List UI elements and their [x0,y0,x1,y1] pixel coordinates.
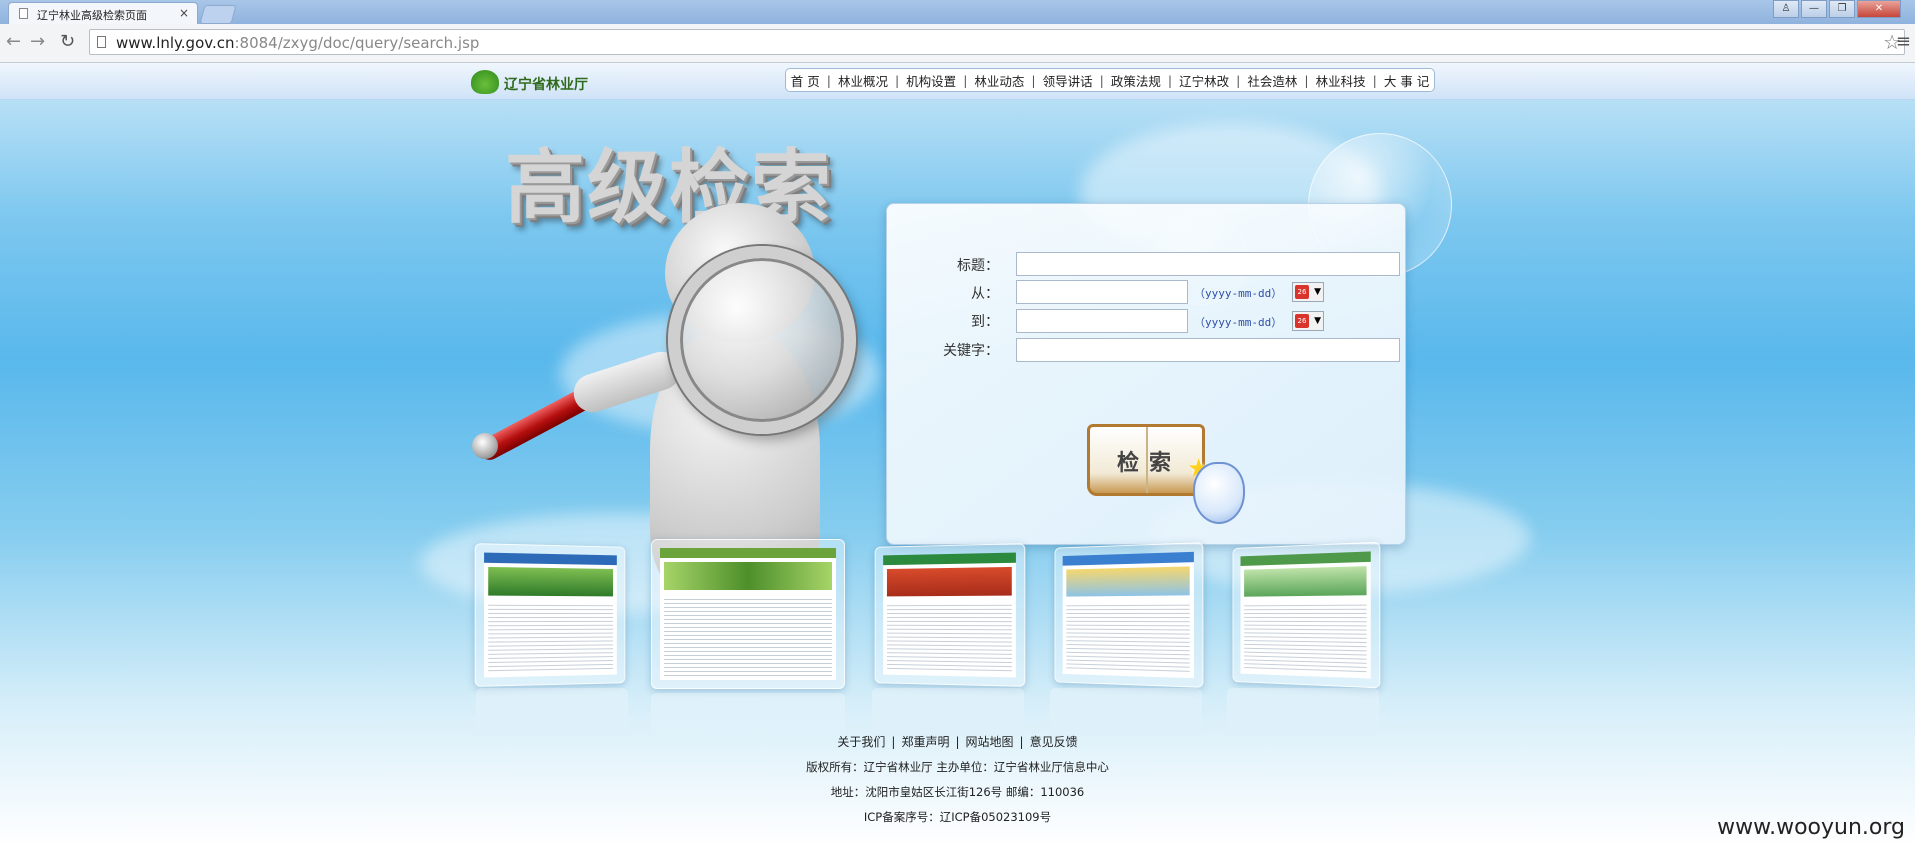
from-date-input[interactable] [1016,280,1188,304]
chevron-down-icon: ▼ [1314,316,1321,326]
to-date-input[interactable] [1016,309,1188,333]
address-bar[interactable]: www.lnly.gov.cn:8084/zxyg/doc/query/sear… [89,29,1905,55]
thumbnail-reflection [1050,688,1202,738]
to-date-calendar-button[interactable]: 26 ▼ [1292,311,1324,331]
calendar-icon: 26 [1295,285,1309,299]
footer-address: 地址：沈阳市皇姑区长江街126号 邮编：110036 [830,785,1085,799]
search-panel: 标题： 从： （yyyy-mm-dd） 26 ▼ 到： （yyyy-mm-dd）… [886,203,1406,545]
website-thumbnail [1232,541,1381,689]
nav-item-organization[interactable]: 机构设置 [899,71,963,90]
keyword-input[interactable] [1016,338,1400,362]
keyword-label: 关键字： [943,343,999,359]
restore-button[interactable]: ❐ [1829,0,1855,18]
footer-link-about[interactable]: 关于我们 [837,735,885,749]
footer-icp: ICP备案序号：辽ICP备05023109号 [863,810,1052,824]
url-host: www.lnly.gov.cn [116,34,235,52]
new-tab-button[interactable] [199,5,237,24]
footer-links: 关于我们 | 郑重声明 | 网站地图 | 意见反馈 [0,733,1915,750]
nav-item-technology[interactable]: 林业科技 [1309,71,1373,90]
nav-item-afforestation[interactable]: 社会造林 [1240,71,1304,90]
footer-separator: | [955,735,960,749]
minimize-button[interactable]: — [1801,0,1827,18]
nav-item-news[interactable]: 林业动态 [967,71,1031,90]
close-window-button[interactable]: ✕ [1857,0,1901,18]
nav-item-reform[interactable]: 辽宁林改 [1172,71,1236,90]
magnifying-glass-icon [668,246,856,434]
back-arrow-icon[interactable]: ← [6,32,21,52]
title-input[interactable] [1016,252,1400,276]
thumbnail-reflection [1227,688,1379,738]
website-thumbnail [874,543,1026,687]
thumbnail-reflection [872,688,1024,738]
website-thumbnail [474,543,626,687]
from-date-format-hint: （yyyy-mm-dd） [1194,287,1283,300]
website-thumbnail [1054,542,1204,688]
browser-tab-strip: 辽宁林业高级检索页面 × ♙ — ❐ ✕ [0,0,1915,24]
main-nav: 首 页 | 林业概况 | 机构设置 | 林业动态 | 领导讲话 | 政策法规 | 辽宁林改 |… [785,68,1435,92]
tab-close-icon[interactable]: × [179,6,189,20]
browser-toolbar: ← → ↻ www.lnly.gov.cn:8084/zxyg/doc/quer… [0,24,1915,63]
from-date-label: 从： [971,286,999,302]
profile-icon[interactable]: ♙ [1773,0,1799,18]
nav-item-policy[interactable]: 政策法规 [1104,71,1168,90]
footer-link-feedback[interactable]: 意见反馈 [1030,735,1078,749]
url-text[interactable]: www.lnly.gov.cn:8084/zxyg/doc/query/sear… [116,34,479,52]
url-path: :8084/zxyg/doc/query/search.jsp [234,34,480,52]
page-content: 辽宁省林业厅 首 页 | 林业概况 | 机构设置 | 林业动态 | 领导讲话 | 政策法规… [0,63,1915,846]
forward-arrow-icon[interactable]: → [30,32,45,52]
tab-title: 辽宁林业高级检索页面 [37,9,147,22]
page-icon [97,36,106,48]
website-thumbnail [651,539,845,689]
footer-separator: | [891,735,896,749]
footer-copyright: 版权所有：辽宁省林业厅 主办单位：辽宁省林业厅信息中心 [806,760,1109,774]
forestry-logo-icon [471,70,499,94]
site-header: 辽宁省林业厅 首 页 | 林业概况 | 机构设置 | 林业动态 | 领导讲话 | 政策法规… [0,63,1915,100]
to-date-label: 到： [971,314,999,330]
chevron-down-icon: ▼ [1314,287,1321,297]
thumbnail-reflection [476,688,628,738]
magnifier-handle-cap [472,433,498,459]
footer-link-sitemap[interactable]: 网站地图 [966,735,1014,749]
to-date-format-hint: （yyyy-mm-dd） [1194,316,1283,329]
browser-menu-icon[interactable]: ≡ [1896,32,1911,52]
window-controls: ♙ — ❐ ✕ [1771,0,1901,18]
pointing-hand-icon [1193,462,1245,524]
nav-item-speeches[interactable]: 领导讲话 [1036,71,1100,90]
nav-item-events[interactable]: 大 事 记 [1377,71,1436,90]
footer-separator: | [1019,735,1024,749]
watermark: www.wooyun.org [1717,815,1905,840]
nav-item-home[interactable]: 首 页 [784,71,827,90]
browser-tab[interactable]: 辽宁林业高级检索页面 × [8,2,198,24]
reload-icon[interactable]: ↻ [60,32,75,52]
title-label: 标题： [957,258,999,274]
calendar-icon: 26 [1295,314,1309,328]
nav-item-overview[interactable]: 林业概况 [831,71,895,90]
page-icon [19,8,28,19]
footer-link-disclaimer[interactable]: 郑重声明 [901,735,949,749]
from-date-calendar-button[interactable]: 26 ▼ [1292,282,1324,302]
logo-text: 辽宁省林业厅 [504,77,588,93]
search-button[interactable]: 检索 ★ [1087,414,1247,529]
